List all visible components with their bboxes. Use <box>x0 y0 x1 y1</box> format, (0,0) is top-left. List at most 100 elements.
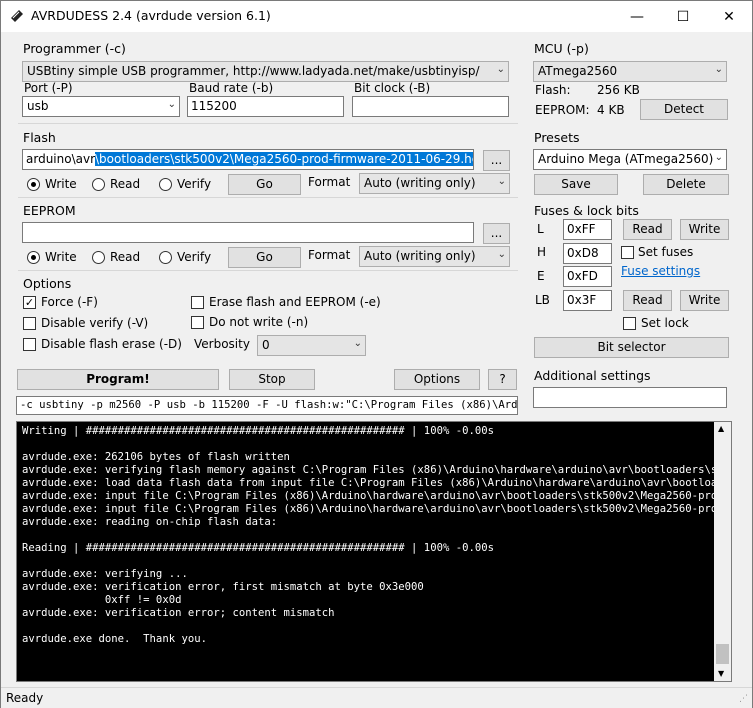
bitclock-label: Bit clock (-B) <box>354 81 431 95</box>
fuse-read-button[interactable]: Read <box>623 219 672 240</box>
flash-write-radio[interactable] <box>27 178 40 191</box>
flash-format-label: Format <box>308 175 351 189</box>
fuse-write-button[interactable]: Write <box>680 219 729 240</box>
window-title: AVRDUDESS 2.4 (avrdude version 6.1) <box>31 8 271 23</box>
eeprom-verify-radio[interactable] <box>159 251 172 264</box>
additional-settings-input[interactable] <box>533 387 727 408</box>
divider <box>18 270 518 271</box>
app-icon <box>11 10 23 22</box>
eeprom-size-value: 4 KB <box>597 103 625 117</box>
disable-verify-checkbox[interactable] <box>23 317 36 330</box>
chevron-down-icon: ⌄ <box>167 99 176 110</box>
preset-save-button[interactable]: Save <box>534 174 618 195</box>
minimize-button[interactable]: — <box>614 1 660 32</box>
chevron-down-icon: ⌄ <box>714 64 723 75</box>
force-checkbox[interactable]: ✓ <box>23 296 36 309</box>
bitclock-input[interactable] <box>352 96 509 117</box>
eeprom-read-label: Read <box>110 250 141 264</box>
chevron-down-icon: ⌄ <box>353 338 362 349</box>
scrollbar-thumb[interactable] <box>716 644 729 664</box>
do-not-write-checkbox[interactable] <box>191 316 204 329</box>
eeprom-size-label: EEPROM: <box>535 103 590 117</box>
eeprom-go-button[interactable]: Go <box>228 247 301 268</box>
command-line-preview[interactable]: -c usbtiny -p m2560 -P usb -b 115200 -F … <box>16 396 518 415</box>
scroll-down-icon[interactable]: ▼ <box>718 669 724 678</box>
eeprom-write-radio[interactable] <box>27 251 40 264</box>
detect-button[interactable]: Detect <box>640 99 728 120</box>
main-window: AVRDUDESS 2.4 (avrdude version 6.1) — ☐ … <box>0 0 753 708</box>
console-output[interactable]: Writing | ##############################… <box>16 421 732 682</box>
chevron-down-icon: ⌄ <box>497 249 506 260</box>
additional-settings-title: Additional settings <box>534 368 651 383</box>
fuse-e-input[interactable]: 0xFD <box>563 266 612 287</box>
chevron-down-icon: ⌄ <box>497 176 506 187</box>
eeprom-file-input[interactable] <box>22 222 474 243</box>
flash-go-button[interactable]: Go <box>228 174 301 195</box>
lock-write-button[interactable]: Write <box>680 290 729 311</box>
eeprom-verify-label: Verify <box>177 250 212 264</box>
fuse-h-label: H <box>537 245 547 259</box>
bit-selector-button[interactable]: Bit selector <box>534 337 729 358</box>
programmer-group-title: Programmer (-c) <box>23 41 126 56</box>
flash-size-value: 256 KB <box>597 83 640 97</box>
divider <box>18 197 518 198</box>
flash-file-input[interactable]: arduino\avr\bootloaders\stk500v2\Mega256… <box>22 149 474 170</box>
disable-flash-erase-checkbox[interactable] <box>23 338 36 351</box>
verbosity-label: Verbosity <box>194 337 250 351</box>
flash-verify-radio[interactable] <box>159 178 172 191</box>
set-lock-label: Set lock <box>641 316 689 330</box>
fuse-settings-link[interactable]: Fuse settings <box>621 264 700 278</box>
chevron-down-icon: ⌄ <box>714 152 723 163</box>
help-button[interactable]: ? <box>488 369 517 390</box>
eeprom-write-label: Write <box>45 250 77 264</box>
presets-group-title: Presets <box>534 130 580 145</box>
disable-verify-label: Disable verify (-V) <box>41 316 149 330</box>
set-lock-checkbox[interactable] <box>623 317 636 330</box>
erase-flash-label: Erase flash and EEPROM (-e) <box>209 295 381 309</box>
maximize-button[interactable]: ☐ <box>660 1 706 32</box>
stop-button[interactable]: Stop <box>229 369 315 390</box>
console-scrollbar[interactable]: ▲ ▼ <box>714 422 731 681</box>
eeprom-browse-button[interactable]: ... <box>483 223 510 244</box>
flash-format-select[interactable]: Auto (writing only) ⌄ <box>359 173 510 194</box>
status-bar: Ready ⋰ <box>1 687 752 708</box>
close-button[interactable]: ✕ <box>706 1 752 32</box>
scroll-up-icon[interactable]: ▲ <box>718 424 724 433</box>
mcu-select[interactable]: ATmega2560 ⌄ <box>533 61 727 82</box>
fuse-lb-input[interactable]: 0x3F <box>563 290 612 311</box>
port-select[interactable]: usb ⌄ <box>22 96 180 117</box>
flash-verify-label: Verify <box>177 177 212 191</box>
flash-read-radio[interactable] <box>92 178 105 191</box>
port-label: Port (-P) <box>24 81 73 95</box>
erase-flash-checkbox[interactable] <box>191 296 204 309</box>
fuse-lb-label: LB <box>535 293 550 307</box>
flash-size-label: Flash: <box>535 83 571 97</box>
programmer-select[interactable]: USBtiny simple USB programmer, http://ww… <box>22 61 509 82</box>
eeprom-format-label: Format <box>308 248 351 262</box>
do-not-write-label: Do not write (-n) <box>209 315 309 329</box>
fuse-l-label: L <box>537 222 544 236</box>
fuse-l-input[interactable]: 0xFF <box>563 219 612 240</box>
presets-select[interactable]: Arduino Mega (ATmega2560) ⌄ <box>533 149 727 170</box>
resize-grip-icon[interactable]: ⋰ <box>739 694 748 704</box>
set-fuses-label: Set fuses <box>638 245 694 259</box>
fuse-h-input[interactable]: 0xD8 <box>563 243 612 264</box>
preset-delete-button[interactable]: Delete <box>643 174 729 195</box>
program-button[interactable]: Program! <box>17 369 219 390</box>
baud-rate-input[interactable]: 115200 <box>187 96 344 117</box>
eeprom-group-title: EEPROM <box>23 203 76 218</box>
lock-read-button[interactable]: Read <box>623 290 672 311</box>
options-group-title: Options <box>23 276 72 291</box>
eeprom-read-radio[interactable] <box>92 251 105 264</box>
chevron-down-icon: ⌄ <box>496 64 505 75</box>
baud-label: Baud rate (-b) <box>189 81 274 95</box>
flash-browse-button[interactable]: ... <box>483 150 510 171</box>
flash-write-label: Write <box>45 177 77 191</box>
fuses-group-title: Fuses & lock bits <box>534 203 639 218</box>
mcu-group-title: MCU (-p) <box>534 41 589 56</box>
status-text: Ready <box>6 691 44 705</box>
eeprom-format-select[interactable]: Auto (writing only) ⌄ <box>359 246 510 267</box>
verbosity-select[interactable]: 0 ⌄ <box>257 335 366 356</box>
options-button[interactable]: Options <box>394 369 480 390</box>
set-fuses-checkbox[interactable] <box>621 246 634 259</box>
